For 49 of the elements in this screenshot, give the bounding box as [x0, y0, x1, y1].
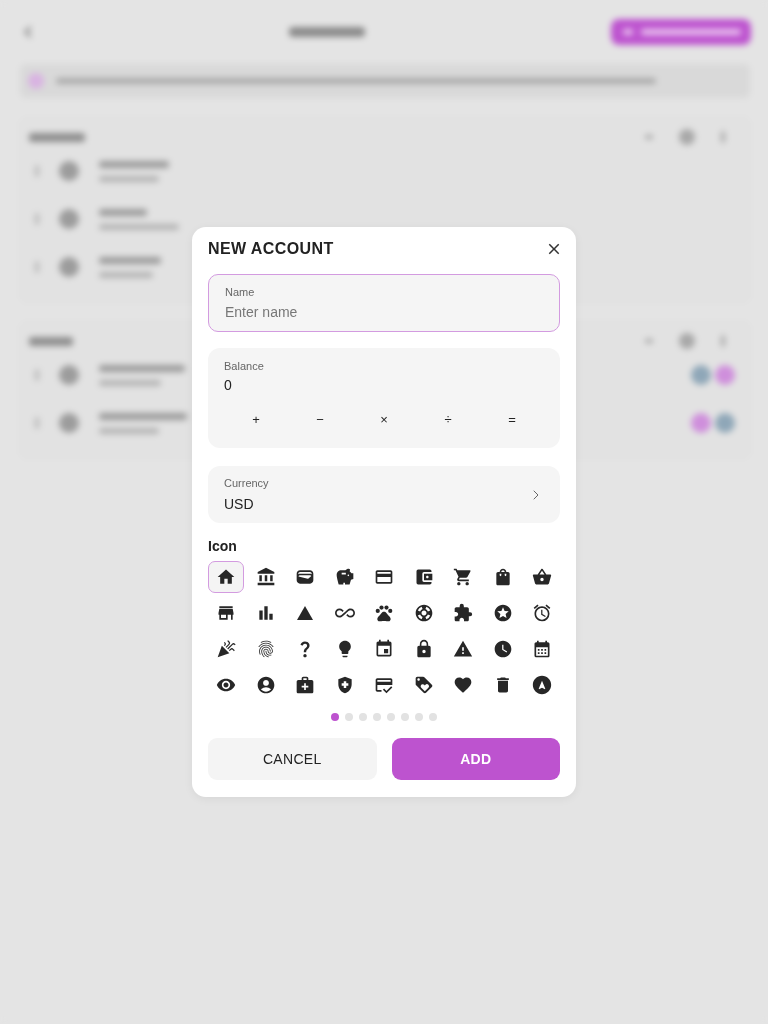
clock-icon: [492, 639, 513, 659]
field-label: Currency: [224, 476, 270, 490]
calendar-icon: [532, 639, 552, 659]
warning-icon: [453, 639, 473, 659]
piggy-bank-icon: [334, 567, 355, 587]
balance-field[interactable]: Balance 0 + − × ÷ =: [208, 348, 560, 448]
currency-value: USD: [224, 495, 255, 513]
page-dot-icon[interactable]: [387, 713, 395, 721]
add-button[interactable]: ADD: [391, 738, 560, 780]
puzzle-icon: [453, 603, 473, 623]
section-label: Icon: [208, 538, 238, 554]
credit-card-icon: [374, 567, 394, 587]
page-dot-icon[interactable]: [415, 713, 423, 721]
currency-select[interactable]: Currency USD: [208, 466, 560, 523]
operator-button[interactable]: ×: [368, 403, 400, 435]
page-dot-icon[interactable]: [331, 713, 339, 721]
field-label: Balance: [224, 359, 265, 373]
heart-tag-icon: [413, 675, 434, 695]
bank-icon: [255, 567, 276, 587]
operator-button[interactable]: =: [496, 403, 528, 435]
field-label: Name: [225, 285, 256, 299]
paw-icon: [374, 603, 394, 623]
cancel-button[interactable]: CANCEL: [208, 738, 377, 780]
party-popper-icon: [216, 639, 236, 659]
card-check-icon: [374, 675, 394, 695]
icon-option-button[interactable]: [208, 561, 244, 593]
operator-button[interactable]: +: [240, 403, 272, 435]
home-icon: [216, 567, 236, 587]
wallet-icon: [295, 567, 315, 587]
name-field[interactable]: Name Enter name: [208, 274, 560, 332]
alarm-clock-icon: [532, 603, 552, 623]
calendar-event-icon: [374, 639, 394, 659]
page-dot-icon[interactable]: [359, 713, 367, 721]
page-dot-icon[interactable]: [429, 713, 437, 721]
navigation-icon: [532, 675, 552, 695]
page-dot-icon[interactable]: [401, 713, 409, 721]
basket-icon: [532, 567, 552, 587]
page-dot-icon[interactable]: [373, 713, 381, 721]
medical-kit-icon: [295, 675, 315, 695]
shopping-cart-icon: [453, 567, 473, 587]
operator-button[interactable]: ÷: [432, 403, 464, 435]
operator-button[interactable]: −: [304, 403, 336, 435]
store-icon: [216, 603, 236, 623]
life-buoy-icon: [413, 603, 434, 623]
page-dot-icon[interactable]: [345, 713, 353, 721]
heart-icon: [453, 675, 473, 695]
balance-value: 0: [224, 376, 233, 394]
dialog-title: NEW ACCOUNT: [208, 239, 334, 259]
name-input[interactable]: Enter name: [225, 303, 543, 321]
